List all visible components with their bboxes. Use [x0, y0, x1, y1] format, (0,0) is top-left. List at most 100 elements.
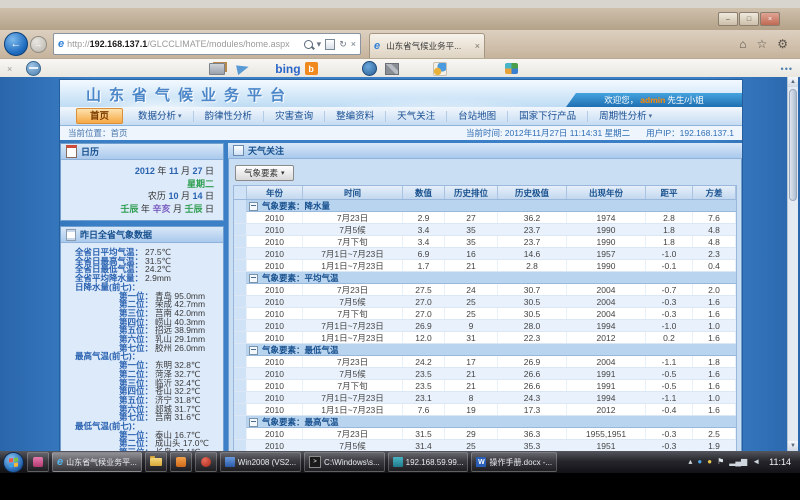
collapse-icon[interactable]	[249, 418, 258, 427]
nav-item-5[interactable]: 整编资料	[325, 111, 386, 122]
taskbar-clock[interactable]: 11:14	[767, 457, 797, 467]
hidden-icons-caret[interactable]: ▴	[688, 458, 692, 466]
table-cell: 21	[445, 380, 498, 391]
stop-icon[interactable]	[351, 39, 356, 49]
table-row[interactable]: 20107月1日~7月23日6.91614.61957-1.02.3	[234, 248, 736, 260]
taskbar-button-3[interactable]	[145, 452, 167, 472]
table-group-row[interactable]: 气象要素：最低气温	[234, 344, 736, 356]
table-group-row[interactable]: 气象要素：最高气温	[234, 416, 736, 428]
gear-icon[interactable]	[777, 37, 788, 51]
collapse-icon[interactable]	[249, 274, 258, 283]
scroll-down-icon[interactable]	[788, 441, 798, 451]
compatibility-view-icon[interactable]	[325, 39, 335, 50]
back-button[interactable]	[4, 32, 28, 56]
favorites-star-icon[interactable]	[756, 37, 767, 51]
table-row[interactable]: 20107月5候27.02530.52004-0.31.6	[234, 296, 736, 308]
table-row[interactable]: 20101月1日~7月23日7.61917.32012-0.41.6	[234, 404, 736, 416]
table-row[interactable]: 20107月23日27.52430.72004-0.72.0	[234, 284, 736, 296]
disc-icon[interactable]	[362, 61, 377, 76]
taskbar-button-9[interactable]: W操作手册.docx -...	[471, 452, 557, 472]
cards-icon[interactable]	[209, 63, 225, 75]
plugin-disc-icon[interactable]	[26, 61, 41, 76]
bing-app-icon[interactable]: b	[305, 62, 318, 75]
tab-close-icon[interactable]	[475, 41, 480, 51]
home-icon[interactable]	[739, 37, 746, 51]
network-icon[interactable]: ▂▄▆	[729, 458, 747, 466]
table-row[interactable]: 20107月5候31.42535.31951-0.31.9	[234, 440, 736, 451]
table-cell: 1.6	[693, 332, 736, 343]
table-row[interactable]: 20107月1日~7月23日26.9928.01994-1.01.0	[234, 320, 736, 332]
scroll-up-icon[interactable]	[788, 77, 798, 87]
taskbar-button-8[interactable]: 192.168.59.99...	[388, 452, 469, 472]
nav-item-2[interactable]: 数据分析	[127, 111, 194, 122]
warning-icon[interactable]: ●	[707, 458, 712, 466]
calendar-token: 月	[170, 204, 184, 214]
scrollbar-thumb[interactable]	[789, 89, 797, 201]
collapse-icon[interactable]	[249, 202, 258, 211]
weather-table: 年份时间数值历史排位历史极值出现年份距平方差气象要素：降水量20107月23日2…	[233, 185, 737, 451]
nav-item-label: 整编资料	[336, 111, 374, 122]
table-cell: 14.6	[498, 248, 567, 259]
element-filter-button[interactable]: 气象要素	[235, 165, 294, 181]
start-button[interactable]	[3, 452, 24, 473]
group-cell: 气象要素：降水量	[247, 200, 736, 212]
chevron-down-icon[interactable]	[317, 39, 322, 50]
table-row[interactable]: 20107月5候23.52126.61991-0.51.6	[234, 368, 736, 380]
table-cell: 17.3	[498, 404, 567, 415]
table-row[interactable]: 20107月23日24.21726.92004-1.11.8	[234, 356, 736, 368]
sparkle-icon[interactable]	[433, 62, 447, 76]
table-cell: 31	[445, 332, 498, 343]
table-row[interactable]: 20101月1日~7月23日1.7212.81990-0.10.4	[234, 260, 736, 272]
minimize-button[interactable]	[718, 12, 738, 26]
table-row[interactable]: 20107月下旬3.43523.719901.84.8	[234, 236, 736, 248]
taskbar-button-5[interactable]	[195, 452, 217, 472]
blocks-icon[interactable]	[385, 63, 399, 75]
nav-item-7[interactable]: 台站地图	[447, 111, 508, 122]
status-icon-blue[interactable]: ●	[697, 458, 702, 466]
paper-plane-icon[interactable]	[236, 62, 250, 74]
table-group-row[interactable]: 气象要素：平均气温	[234, 272, 736, 284]
table-row[interactable]: 20107月下旬23.52126.61991-0.51.6	[234, 380, 736, 392]
table-row[interactable]: 20107月5候3.43523.719901.84.8	[234, 224, 736, 236]
search-icon[interactable]	[304, 40, 313, 49]
collapse-icon[interactable]	[249, 346, 258, 355]
maximize-button[interactable]	[739, 12, 759, 26]
table-cell: 7.6	[693, 212, 736, 223]
action-center-flag-icon[interactable]: ⚑	[717, 458, 724, 466]
browser-tab[interactable]: e 山东省气候业务平...	[369, 33, 485, 58]
table-cell: 1990	[567, 260, 646, 271]
overflow-dots-icon[interactable]	[781, 64, 793, 74]
table-row[interactable]: 20107月1日~7月23日23.1824.31994-1.11.0	[234, 392, 736, 404]
bing-logo[interactable]: bing	[275, 62, 300, 76]
taskbar-button-7[interactable]: >C:\Windows\s...	[304, 452, 385, 472]
nav-item-6[interactable]: 天气关注	[386, 111, 447, 122]
refresh-icon[interactable]	[339, 39, 347, 50]
table-row[interactable]: 20107月下旬27.02530.52004-0.31.6	[234, 308, 736, 320]
calendar-token: 星期二	[187, 179, 214, 189]
taskbar-button-1[interactable]	[27, 452, 49, 472]
table-group-row[interactable]: 气象要素：降水量	[234, 200, 736, 212]
nav-item-4[interactable]: 灾害查询	[264, 111, 325, 122]
taskbar-button-4[interactable]	[170, 452, 192, 472]
welcome-username: admin	[640, 95, 665, 105]
grid-icon[interactable]	[505, 63, 518, 74]
nav-item-3[interactable]: 韵律性分析	[194, 111, 265, 122]
toolbar-close-icon[interactable]	[7, 64, 12, 74]
table-row[interactable]: 20107月23日31.52936.31955,1951-0.32.5	[234, 428, 736, 440]
volume-icon[interactable]: ◄	[752, 458, 760, 466]
table-cell: -0.3	[646, 428, 693, 439]
table-cell: 29	[445, 428, 498, 439]
page-scrollbar[interactable]	[787, 77, 798, 451]
nav-item-9[interactable]: 周期性分析	[588, 111, 663, 122]
close-button[interactable]	[760, 12, 780, 26]
address-bar[interactable]: e http://192.168.137.1/GLCCLIMATE/module…	[53, 33, 361, 55]
table-row[interactable]: 20101月1日~7月23日12.03122.320120.21.6	[234, 332, 736, 344]
taskbar-button-6[interactable]: Win2008 (VS2...	[220, 452, 301, 472]
nav-item-1[interactable]: 首页	[76, 108, 123, 124]
nav-item-8[interactable]: 国家下行产品	[508, 111, 588, 122]
forward-button[interactable]	[30, 36, 47, 53]
table-row[interactable]: 20107月23日2.92736.219742.87.6	[234, 212, 736, 224]
taskbar-button-2[interactable]: e山东省气候业务平...	[52, 452, 142, 472]
table-cell: 25	[445, 308, 498, 319]
table-cell: 2004	[567, 356, 646, 367]
